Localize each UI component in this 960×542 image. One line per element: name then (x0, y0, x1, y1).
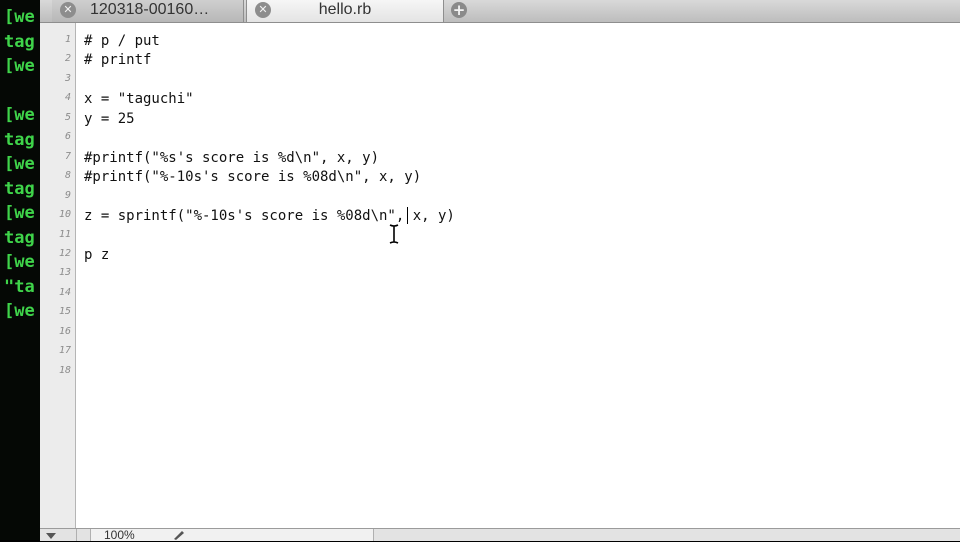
line-number: 1 (64, 34, 71, 45)
pencil-icon[interactable] (172, 530, 186, 540)
line-number: 11 (58, 228, 71, 240)
tab-label: 120318-00160… (90, 1, 210, 18)
line-number: 13 (58, 267, 71, 279)
line-number: 2 (64, 53, 71, 65)
code-line[interactable]: #printf("%s's score is %d\n", x, y) (84, 149, 379, 167)
line-number: 17 (58, 345, 71, 357)
text-caret (407, 207, 408, 224)
terminal-line: [we (4, 252, 35, 272)
code-line[interactable]: z = sprintf("%-10s's score is %08d\n", x… (84, 207, 455, 225)
terminal-line: tag (4, 31, 35, 52)
close-icon[interactable]: ✕ (60, 2, 76, 18)
code-line[interactable]: p z (84, 246, 109, 264)
tab-hello-rb[interactable]: ✕ hello.rb (246, 0, 444, 22)
line-number: 15 (58, 306, 71, 318)
line-number: 16 (58, 325, 71, 337)
terminal-line: tag (4, 178, 35, 199)
line-number: 6 (64, 131, 71, 143)
code-line[interactable]: # printf (84, 51, 151, 69)
line-number: 7 (64, 150, 71, 162)
terminal-line: [we (4, 7, 35, 27)
tab-label: hello.rb (318, 1, 372, 18)
code-line[interactable]: y = 25 (84, 110, 135, 128)
text-editor-window: ✕ 120318-00160… ✕ hello.rb + 1 2 3 4 5 6 7 8 9 10… (40, 0, 960, 542)
code-line[interactable]: # p / put (84, 32, 160, 50)
line-number: 4 (64, 92, 71, 104)
chevron-down-icon[interactable] (46, 533, 56, 539)
code-line[interactable]: #printf("%-10s's score is %08d\n", x, y) (84, 168, 421, 186)
line-number: 12 (58, 247, 71, 259)
terminal-strip[interactable]: [we tag [we [we tag [we tag [we tag [we "ta [we (0, 0, 40, 540)
terminal-line: tag (4, 227, 35, 248)
terminal-line: [we (4, 154, 35, 174)
line-number: 5 (64, 111, 71, 123)
line-number-gutter: 1 2 3 4 5 6 7 8 9 10 11 12 13 14 15 16 17 18 (40, 23, 76, 528)
tab-bar: ✕ 120318-00160… ✕ hello.rb + (40, 0, 960, 23)
line-number: 14 (58, 286, 71, 298)
line-number: 8 (64, 170, 71, 182)
terminal-line: "ta (4, 276, 35, 297)
status-bar: 100% (40, 528, 960, 542)
new-tab-plus-icon[interactable]: + (451, 2, 467, 18)
line-number: 3 (64, 72, 71, 84)
code-line[interactable]: x = "taguchi" (84, 90, 194, 108)
line-number: 18 (58, 364, 71, 376)
line-number: 10 (58, 209, 71, 221)
terminal-line: [we (4, 301, 35, 321)
terminal-line: [we (4, 56, 35, 76)
line-number: 9 (64, 189, 71, 201)
tab-120318[interactable]: ✕ 120318-00160… (52, 0, 244, 22)
ibeam-cursor-icon (389, 224, 399, 244)
terminal-line: tag (4, 129, 35, 150)
code-area[interactable]: # p / put # printf x = "taguchi" y = 25 #pri… (84, 23, 954, 528)
divider (76, 529, 77, 541)
terminal-line: [we (4, 105, 35, 125)
terminal-line: [we (4, 203, 35, 223)
